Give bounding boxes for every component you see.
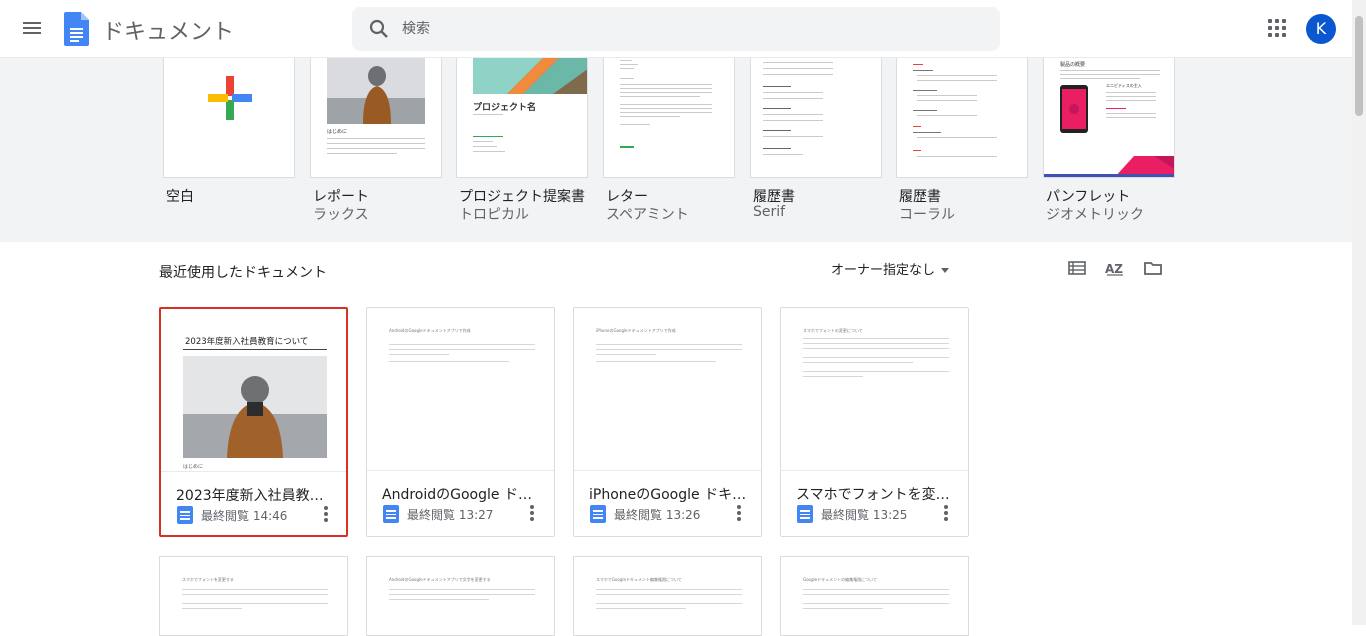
owner-filter-label: オーナー指定なし (831, 263, 936, 278)
template-style: ラックス (313, 207, 369, 223)
template-thumbnail[interactable] (750, 58, 882, 178)
template-style: スペアミント (606, 207, 689, 223)
search-icon[interactable] (368, 18, 390, 40)
search-input[interactable] (402, 17, 962, 41)
folder-icon[interactable] (1143, 258, 1163, 278)
template-name: 履歴書 (753, 189, 795, 205)
top-bar: ドキュメント K (0, 0, 1352, 58)
plus-icon (208, 76, 252, 120)
document-title: AndroidのGoogle ドキュ... (382, 487, 542, 503)
document-card[interactable]: 2023年度新入社員教育について はじめに 2023年度新入社員教育に... 最… (159, 307, 348, 537)
document-preview[interactable]: スマホでフォントの変更について (781, 308, 968, 471)
document-card[interactable]: iPhoneのGoogleドキュメントアプリで作成 iPhoneのGoogle … (573, 307, 762, 537)
geometric-footer (1044, 156, 1174, 177)
docs-logo-icon[interactable] (64, 12, 89, 46)
google-apps-icon[interactable] (1268, 19, 1288, 39)
template-style: トロピカル (459, 207, 529, 223)
template-brochure-geometric[interactable]: 製品の概要 エニピティスの主入 パンフレット ジオメトリック (1043, 58, 1175, 223)
search-bar[interactable] (352, 7, 1000, 51)
document-card[interactable]: Googleドキュメントの編集権限について (780, 556, 969, 636)
last-opened: 最終閲覧 13:26 (614, 508, 701, 522)
template-name: レター (606, 189, 648, 205)
template-doc-heading: はじめに (327, 129, 348, 135)
template-doc-heading: 製品の概要 (1060, 62, 1086, 68)
scrollbar-thumb[interactable] (1355, 16, 1363, 116)
document-preview[interactable]: AndroidのGoogleドキュメントアプリで作成 (367, 308, 554, 471)
phone-illustration (1060, 85, 1088, 133)
template-proposal-tropical[interactable]: プロジェクト名 プロジェクト提案書 トロピカル (456, 58, 588, 223)
template-report-lux[interactable]: はじめに レポート ラックス (310, 58, 442, 223)
template-name: レポート (313, 189, 369, 205)
template-doc-subheading: エニピティスの主入 (1106, 83, 1142, 88)
svg-text:AZ: AZ (1105, 262, 1123, 276)
more-options-icon[interactable] (736, 504, 742, 524)
docs-file-icon (797, 505, 813, 523)
template-thumbnail[interactable]: はじめに (310, 58, 442, 178)
document-card[interactable]: スマホでフォントを変更する (159, 556, 348, 636)
preview-heading: 2023年度新入社員教育について (185, 337, 309, 347)
document-preview[interactable]: 2023年度新入社員教育について はじめに (161, 309, 346, 472)
dropdown-caret-icon (941, 268, 950, 273)
account-avatar[interactable]: K (1306, 14, 1336, 44)
preview-heading: iPhoneのGoogleドキュメントアプリで作成 (596, 328, 676, 333)
template-style: ジオメトリック (1046, 207, 1144, 223)
preview-photo (183, 356, 327, 458)
template-name: 空白 (166, 189, 194, 205)
last-opened: 最終閲覧 13:27 (407, 508, 494, 522)
preview-heading: Googleドキュメントの編集権限について (803, 577, 877, 582)
template-style: コーラル (899, 207, 955, 223)
preview-heading: スマホでフォントを変更する (182, 577, 234, 582)
recent-documents-title: 最近使用したドキュメント (159, 265, 327, 281)
preview-heading: AndroidのGoogleドキュメントアプリで作成 (389, 328, 471, 333)
template-resume-coral[interactable]: 履歴書 コーラル (896, 58, 1028, 223)
app-title[interactable]: ドキュメント (102, 14, 234, 46)
preview-heading: AndroidのGoogleドキュメントアプリで文字を変更する (389, 577, 491, 582)
template-doc-heading: プロジェクト名 (473, 103, 537, 113)
document-title: iPhoneのGoogle ドキュメ... (589, 487, 749, 503)
template-name: プロジェクト提案書 (459, 189, 585, 205)
template-name: 履歴書 (899, 189, 941, 205)
template-letter-spearmint[interactable]: レター スペアミント (603, 58, 735, 223)
template-thumbnail[interactable] (603, 58, 735, 178)
last-opened: 最終閲覧 13:25 (821, 508, 908, 522)
main-menu-icon[interactable] (20, 17, 44, 41)
tropical-banner (473, 58, 587, 94)
document-title: スマホでフォントを変更す... (796, 487, 956, 503)
template-blank[interactable]: 空白 (163, 58, 295, 205)
more-options-icon[interactable] (323, 505, 329, 525)
template-thumbnail[interactable] (163, 58, 295, 178)
owner-filter-dropdown[interactable]: オーナー指定なし (831, 259, 950, 278)
template-thumbnail[interactable]: プロジェクト名 (456, 58, 588, 178)
template-thumbnail[interactable]: 製品の概要 エニピティスの主入 (1043, 58, 1175, 178)
sort-az-icon[interactable]: AZ (1105, 258, 1125, 278)
preview-caption: はじめに (183, 464, 204, 470)
list-view-icon[interactable] (1067, 258, 1087, 278)
document-title: 2023年度新入社員教育に... (176, 488, 336, 504)
template-resume-serif[interactable]: 履歴書 Serif (750, 58, 882, 220)
docs-file-icon (383, 505, 399, 523)
document-card[interactable]: スマホでフォントの変更について スマホでフォントを変更す... 最終閲覧 13:… (780, 307, 969, 537)
docs-file-icon (177, 506, 193, 524)
docs-file-icon (590, 505, 606, 523)
more-options-icon[interactable] (943, 504, 949, 524)
more-options-icon[interactable] (529, 504, 535, 524)
preview-heading: スマホでGoogleドキュメント編集権限について (596, 577, 682, 582)
template-thumbnail[interactable] (896, 58, 1028, 178)
document-preview[interactable]: iPhoneのGoogleドキュメントアプリで作成 (574, 308, 761, 471)
preview-heading: スマホでフォントの変更について (803, 328, 863, 333)
document-card[interactable]: スマホでGoogleドキュメント編集権限について (573, 556, 762, 636)
document-card[interactable]: AndroidのGoogleドキュメントアプリで作成 AndroidのGoogl… (366, 307, 555, 537)
report-photo (327, 58, 425, 124)
document-card[interactable]: AndroidのGoogleドキュメントアプリで文字を変更する (366, 556, 555, 636)
page-scrollbar[interactable] (1352, 0, 1366, 625)
template-style: Serif (753, 204, 786, 220)
template-name: パンフレット (1046, 189, 1131, 205)
last-opened: 最終閲覧 14:46 (201, 509, 288, 523)
template-gallery: 空白 はじめに レポート ラックス プロジェクト名 プロジェクト提案書 トロピカ… (0, 58, 1352, 242)
